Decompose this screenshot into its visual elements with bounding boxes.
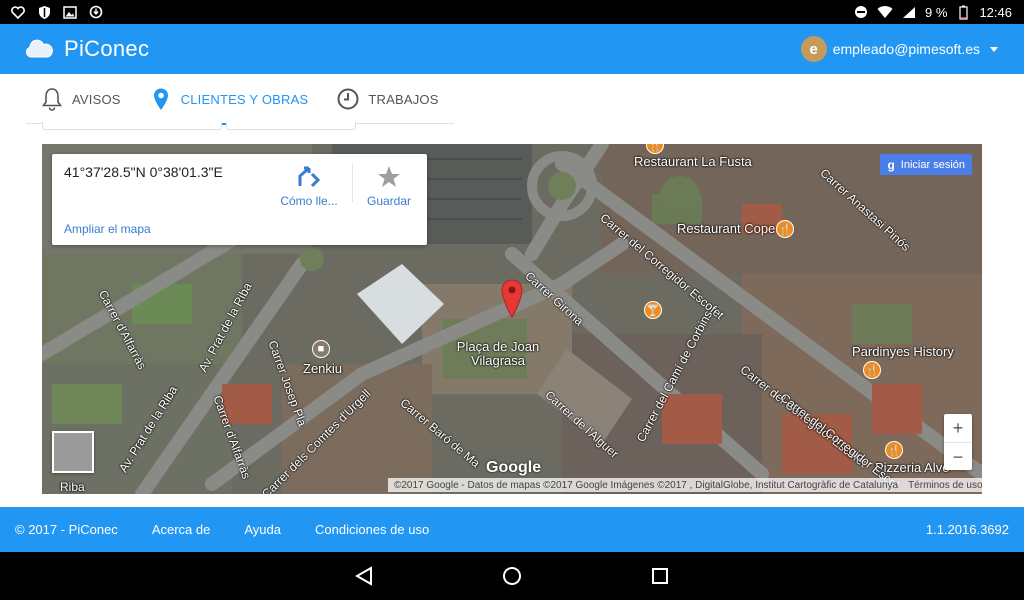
attribution-text: ©2017 Google - Datos de mapas ©2017 Goog… (394, 479, 899, 491)
tab-label: CLIENTES Y OBRAS (180, 91, 309, 107)
google-logo: Google (486, 459, 542, 476)
recents-icon[interactable] (648, 564, 672, 588)
wifi-icon (877, 4, 893, 20)
user-menu[interactable]: e empleado@pimesoft.es (800, 36, 998, 62)
signin-button[interactable]: g Iniciar sesión (880, 154, 972, 175)
tab-label: AVISOS (72, 91, 121, 107)
zoom-out-button[interactable]: − (944, 443, 972, 471)
user-email: empleado@pimesoft.es (832, 41, 980, 57)
collapsed-field (42, 122, 222, 130)
signin-label: Iniciar sesión (900, 158, 965, 171)
footer: © 2017 - PiConec Acerca de Ayuda Condici… (0, 507, 1024, 552)
back-icon[interactable] (352, 564, 376, 588)
tab-bar: AVISOS CLIENTES Y OBRAS TRABAJOS (26, 74, 454, 125)
terms-link[interactable]: Condiciones de uso (315, 522, 429, 537)
directions-icon (296, 164, 322, 188)
tab-avisos[interactable]: AVISOS (26, 74, 135, 124)
bell-icon (40, 87, 64, 111)
zoom-control: + − (944, 414, 972, 470)
save-label: Guardar (366, 194, 412, 208)
map-view[interactable]: Restaurant La Fusta Restaurant Cope Plaç… (42, 144, 982, 494)
version-text: 1.1.2016.3692 (925, 522, 1009, 537)
bar-icon[interactable]: 🍸 (644, 301, 662, 319)
place-label: Restaurant La Fusta (634, 154, 752, 169)
divider (352, 164, 353, 202)
image-icon (62, 4, 78, 20)
app-title: PiConec (64, 36, 150, 61)
signal-icon (901, 4, 917, 20)
map-attribution: ©2017 Google - Datos de mapas ©2017 Goog… (388, 478, 982, 492)
app-root: 9 % 12:46 PiConec e empleado@pimesoft.es… (0, 0, 1024, 600)
collapsed-field (226, 122, 356, 130)
avatar: e (800, 36, 827, 62)
place-label: Plaça de Joan Vilagrasa (456, 339, 540, 368)
home-icon[interactable] (500, 564, 524, 588)
battery-icon (955, 4, 971, 20)
directions-label: Cómo lle... (280, 194, 338, 208)
zoom-in-button[interactable]: + (944, 414, 972, 442)
save-button[interactable]: Guardar (354, 164, 424, 208)
shield-icon (36, 4, 52, 20)
status-bar: 9 % 12:46 (0, 0, 1024, 24)
copyright-text: © 2017 - PiConec (15, 522, 118, 537)
battery-percent: 9 % (925, 4, 948, 20)
enlarge-map-link[interactable]: Ampliar el mapa (64, 222, 151, 236)
terms-link[interactable]: Términos de uso (908, 480, 982, 491)
tab-trabajos[interactable]: TRABAJOS (322, 74, 452, 124)
restaurant-icon[interactable]: 🍴 (776, 220, 794, 238)
about-link[interactable]: Acerca de (152, 522, 211, 537)
street-label: Riba (60, 480, 85, 494)
restaurant-icon[interactable]: 🍴 (863, 361, 881, 379)
star-icon (376, 164, 402, 188)
map-pin-icon (149, 87, 173, 111)
sync-icon (88, 4, 104, 20)
map-type-toggle[interactable] (52, 431, 94, 473)
do-not-disturb-icon (853, 4, 869, 20)
restaurant-icon[interactable]: 🍴 (885, 441, 903, 459)
heart-icon (10, 4, 26, 20)
help-link[interactable]: Ayuda (244, 522, 281, 537)
cloud-logo-icon (24, 37, 54, 61)
map-marker-icon[interactable] (500, 278, 524, 318)
place-label: Restaurant Cope (677, 221, 776, 236)
location-info-card: 41°37'28.5"N 0°38'01.3"E Cómo lle... Gua… (52, 154, 427, 245)
clock-time: 12:46 (979, 4, 1012, 20)
place-label: Zenkiu (303, 361, 343, 376)
app-header: PiConec e empleado@pimesoft.es (0, 24, 1024, 74)
coordinates-text: 41°37'28.5"N 0°38'01.3"E (64, 164, 223, 180)
shop-icon[interactable]: ■ (312, 340, 330, 358)
tab-clientes-obras[interactable]: CLIENTES Y OBRAS (134, 74, 323, 125)
directions-button[interactable]: Cómo lle... (274, 164, 344, 208)
chevron-down-icon (990, 46, 998, 52)
navigation-bar (0, 552, 1024, 600)
tab-label: TRABAJOS (368, 91, 439, 107)
clock-icon (336, 87, 360, 111)
place-label: Pardinyes History (852, 344, 954, 359)
google-g-icon: g (887, 157, 895, 172)
